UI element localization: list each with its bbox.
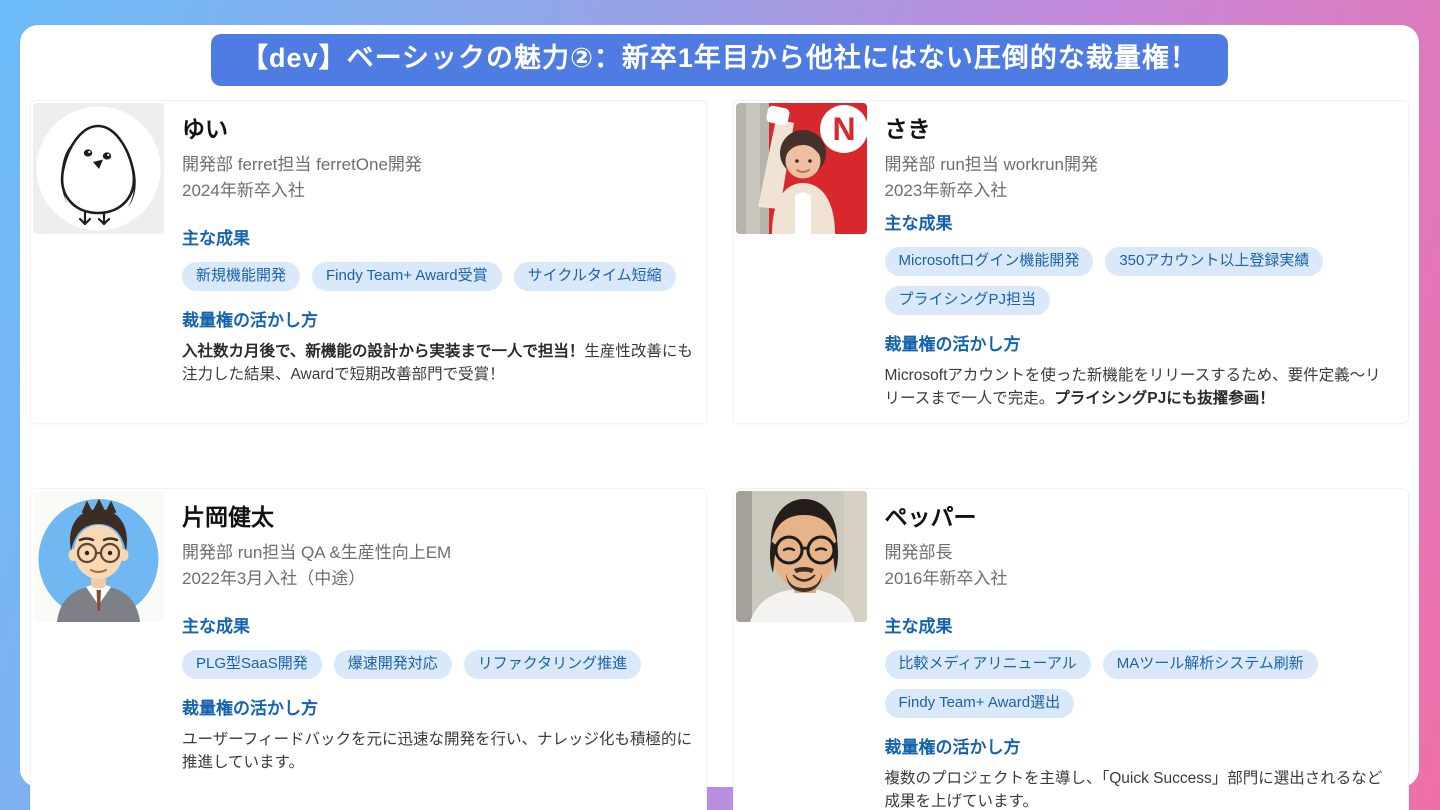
discretion-description: 入社数カ月後で、新機能の設計から実装まで一人で担当！生産性改善にも注力した結果、… (182, 341, 694, 387)
achievement-tags: 新規機能開発 Findy Team+ Award受賞 サイクルタイム短縮 (182, 261, 694, 291)
achievements-heading: 主な成果 (884, 616, 953, 636)
member-photo: N (735, 102, 867, 234)
achievement-tag: Microsoftログイン機能開発 (884, 246, 1094, 276)
achievement-tag: プライシングPJ担当 (884, 285, 1051, 315)
member-role: 開発部 run担当 QA &生産性向上EM (182, 542, 452, 562)
member-joined: 2022年3月入社（中途） (182, 568, 366, 588)
member-name: ペッパー (884, 503, 977, 530)
achievement-tag: MAツール解析システム刷新 (1102, 649, 1318, 679)
achievement-tag: PLG型SaaS開発 (182, 649, 322, 679)
title-banner: 【dev】ベーシックの魅力②：新卒1年目から他社にはない圧倒的な裁量権！ (211, 34, 1228, 86)
desc-main: ユーザーフィードバックを元に迅速な開発を行い、ナレッジ化も積極的に推進しています… (182, 730, 692, 771)
achievement-tag: 新規機能開発 (182, 261, 301, 291)
discretion-heading: 裁量権の活かし方 (182, 698, 318, 718)
profile-grid: ゆい 開発部 ferret担当 ferretOne開発 2024年新卒入社 主な… (30, 99, 1409, 810)
member-role: 開発部 run担当 workrun開発 (884, 154, 1098, 174)
member-role: 開発部長 (884, 542, 953, 562)
achievement-tag: リファクタリング推進 (463, 649, 642, 679)
achievement-tag: Findy Team+ Award受賞 (312, 261, 502, 291)
discretion-description: Microsoftアカウントを使った新機能をリリースするため、要件定義〜リリース… (885, 365, 1397, 411)
achievement-tag: サイクルタイム短縮 (513, 261, 676, 291)
svg-text:N: N (832, 111, 855, 147)
cartoon-avatar-icon (33, 490, 164, 622)
achievements-heading: 主な成果 (884, 213, 953, 233)
discretion-heading: 裁量権の活かし方 (884, 334, 1021, 354)
achievement-tags: Microsoftログイン機能開発 350アカウント以上登録実績 プライシングP… (884, 246, 1397, 315)
profile-card-kataoka: 片岡健太 開発部 run担当 QA &生産性向上EM 2022年3月入社（中途）… (30, 487, 707, 810)
discretion-description: 複数のプロジェクトを主導し、「Quick Success」部門に選出されるなど成… (885, 768, 1397, 810)
achievement-tags: PLG型SaaS開発 爆速開発対応 リファクタリング推進 (182, 649, 694, 679)
achievements-heading: 主な成果 (182, 616, 250, 636)
desc-bold-lead: 入社数カ月後で、新機能の設計から実装まで一人で担当！ (182, 342, 585, 360)
profile-card-pepper: ペッパー 開発部長 2016年新卒入社 主な成果 比較メディアリニューアル MA… (732, 487, 1409, 810)
page-background: { "title": "【dev】ベーシックの魅力②：新卒1年目から他社にはない… (0, 0, 1440, 810)
member-role: 開発部 ferret担当 ferretOne開発 (182, 154, 422, 174)
member-joined: 2023年新卒入社 (884, 180, 1008, 200)
member-joined: 2016年新卒入社 (884, 568, 1008, 588)
discretion-description: ユーザーフィードバックを元に迅速な開発を行い、ナレッジ化も積極的に推進しています… (182, 729, 694, 775)
profile-card-saki: N さき 開発部 run担当 workrun開発 2023年新卒入社 主な成果 … (732, 99, 1409, 424)
bird-avatar-icon (33, 102, 164, 234)
desc-bold-tail: プライシングPJにも抜擢参画！ (1054, 389, 1275, 407)
achievement-tag: Findy Team+ Award選出 (884, 688, 1075, 718)
member-joined: 2024年新卒入社 (182, 180, 305, 200)
member-name: ゆい (182, 115, 228, 142)
achievement-tag: 爆速開発対応 (333, 649, 452, 679)
achievement-tags: 比較メディアリニューアル MAツール解析システム刷新 Findy Team+ A… (884, 649, 1397, 718)
desc-main: 複数のプロジェクトを主導し、「Quick Success」部門に選出されるなど成… (884, 769, 1383, 810)
profile-card-yui: ゆい 開発部 ferret担当 ferretOne開発 2024年新卒入社 主な… (30, 99, 707, 424)
member-photo (735, 490, 867, 622)
achievement-tag: 比較メディアリニューアル (884, 649, 1091, 679)
member-name: さき (884, 115, 931, 142)
slide-container: 【dev】ベーシックの魅力②：新卒1年目から他社にはない圧倒的な裁量権！ ゆい … (20, 25, 1419, 810)
member-name: 片岡健太 (182, 503, 274, 530)
achievement-tag: 350アカウント以上登録実績 (1105, 246, 1324, 276)
achievements-heading: 主な成果 (182, 228, 250, 248)
discretion-heading: 裁量権の活かし方 (182, 310, 318, 330)
discretion-heading: 裁量権の活かし方 (884, 737, 1021, 757)
